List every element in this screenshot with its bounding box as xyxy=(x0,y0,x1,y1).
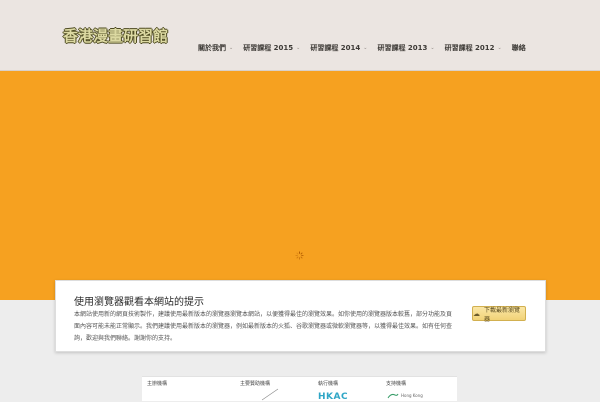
sponsor-heading-supporter: 支持機構 xyxy=(386,381,407,387)
nav-item-label: 研習課程 2014 xyxy=(310,44,361,52)
notice-title: 使用瀏覽器觀看本網站的提示 xyxy=(74,297,204,308)
main-nav: 關於我們 ⌄ 研習課程 2015 ⌄ 研習課程 2014 ⌄ 研習課程 2013 ⌄ 研習課程 … xyxy=(198,41,526,55)
nav-item-4[interactable]: 研習課程 2012 ⌄ xyxy=(445,43,502,53)
nav-item-label: 關於我們 xyxy=(198,44,226,52)
download-browser-button[interactable]: ☁ 下載最新瀏覽器 xyxy=(472,306,526,323)
loading-spinner-icon xyxy=(295,251,304,260)
download-browser-label: 下載最新瀏覽器 xyxy=(484,306,521,323)
sponsor-heading-organizer: 主辦機構 xyxy=(147,381,168,387)
nav-item-2[interactable]: 研習課程 2014 ⌄ xyxy=(310,43,367,53)
chevron-down-icon: ⌄ xyxy=(363,45,368,51)
hong-kong-brand-text: Hong Kong xyxy=(401,393,423,398)
nav-item-0[interactable]: 關於我們 ⌄ xyxy=(198,43,233,53)
chevron-down-icon: ⌄ xyxy=(296,45,301,51)
sponsors-strip: 主辦機構 主要贊助機構 執行機構 支持機構 HKAC Hong Kong xyxy=(142,376,457,402)
sponsor-heading-main-sponsor: 主要贊助機構 xyxy=(240,381,271,387)
nav-item-label: 研習課程 2012 xyxy=(444,44,495,52)
cloud-download-icon: ☁ xyxy=(473,309,480,318)
chevron-down-icon: ⌄ xyxy=(229,45,234,51)
nav-item-label: 研習課程 2013 xyxy=(377,44,428,52)
sponsor-logo-mark xyxy=(261,388,279,401)
hong-kong-brand-icon xyxy=(387,393,399,399)
hkac-logo[interactable]: HKAC xyxy=(318,392,348,402)
hero-slider xyxy=(0,71,600,300)
nav-item-1[interactable]: 研習課程 2015 ⌄ xyxy=(243,43,300,53)
nav-item-3[interactable]: 研習課程 2013 ⌄ xyxy=(377,43,434,53)
chevron-down-icon: ⌄ xyxy=(430,45,435,51)
site-logo[interactable]: 香港漫畫研習館 xyxy=(63,26,168,46)
site-header: 香港漫畫研習館 關於我們 ⌄ 研習課程 2015 ⌄ 研習課程 2014 ⌄ 研習課程 20… xyxy=(0,0,600,71)
nav-item-label: 聯絡 xyxy=(511,44,526,52)
sponsor-heading-executor: 執行機構 xyxy=(318,381,339,387)
nav-item-5[interactable]: 聯絡 xyxy=(512,43,526,53)
nav-item-label: 研習課程 2015 xyxy=(243,44,294,52)
notice-body: 本網站使用新的網頁技術製作，建議使用最新版本的瀏覽器瀏覽本網站，以便獲得最佳的瀏… xyxy=(74,311,453,342)
chevron-down-icon: ⌄ xyxy=(497,45,502,51)
